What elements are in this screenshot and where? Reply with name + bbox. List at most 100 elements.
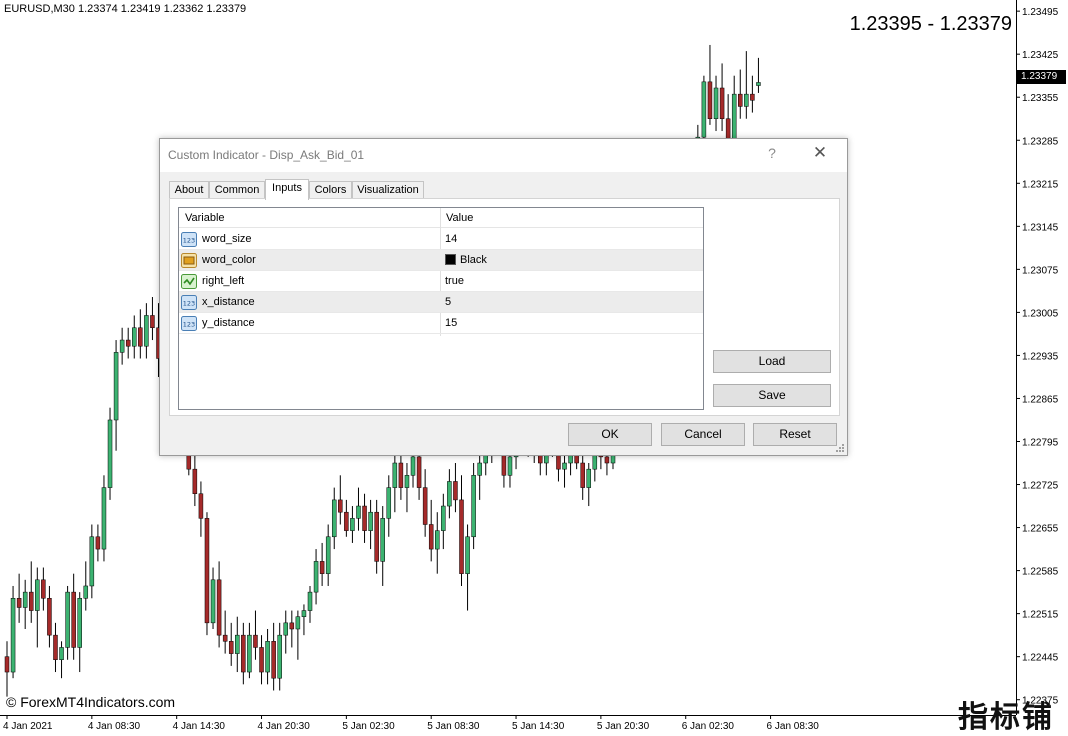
price-tick-label: 1.22865 — [1022, 394, 1059, 405]
price-tick-label: 1.23285 — [1022, 136, 1059, 147]
candle-bear — [374, 511, 379, 562]
candle-bear — [289, 622, 295, 630]
candle-bull — [713, 87, 719, 119]
candle-bull — [113, 352, 119, 421]
row-value[interactable]: Black — [445, 254, 487, 266]
row-name: word_color — [202, 254, 256, 266]
current-price-badge: 1.23379 — [1017, 70, 1066, 84]
tab-common[interactable]: Common — [209, 181, 265, 199]
price-tick-label: 1.23355 — [1022, 93, 1059, 104]
candle-bull — [277, 634, 282, 679]
candle-bear — [738, 93, 743, 107]
candle-bull — [731, 93, 737, 144]
tab-colors[interactable]: Colors — [309, 181, 352, 199]
tab-about[interactable]: About — [169, 181, 209, 199]
resize-grip-icon[interactable] — [835, 443, 845, 453]
row-name: right_left — [202, 275, 245, 287]
inputs-table[interactable]: Variable Value 123 word_size 14 word_col… — [178, 207, 704, 410]
table-row[interactable]: right_left true — [179, 271, 703, 292]
candle-bull — [295, 616, 301, 630]
candle-bear — [707, 81, 713, 119]
candle-bull — [265, 641, 270, 673]
candle-bear — [95, 536, 101, 550]
price-tick-label: 1.23425 — [1022, 50, 1059, 61]
candle-bull — [210, 579, 216, 624]
cancel-button[interactable]: Cancel — [661, 423, 745, 446]
candle-bull — [119, 339, 125, 353]
candle-bear — [344, 511, 349, 531]
price-tick-label: 1.23005 — [1022, 308, 1059, 319]
tab-visualization[interactable]: Visualization — [352, 181, 424, 199]
candle-bull — [283, 622, 289, 636]
candle-bull — [59, 647, 64, 660]
candle-bull — [89, 536, 95, 587]
row-value[interactable]: 14 — [445, 233, 457, 245]
candle-bull — [392, 462, 398, 488]
number-icon: 123 — [181, 295, 197, 310]
number-icon: 123 — [181, 316, 197, 331]
help-button[interactable]: ? — [760, 145, 784, 165]
header-variable[interactable]: Variable — [185, 212, 225, 224]
row-name: word_size — [202, 233, 252, 245]
candle-bear — [150, 315, 155, 329]
close-button[interactable]: ✕ — [806, 143, 834, 167]
watermark: © ForexMT4Indicators.com — [6, 694, 176, 710]
boolean-icon — [181, 274, 197, 289]
row-value[interactable]: 15 — [445, 317, 457, 329]
candle-bear — [398, 462, 404, 488]
candle-bull — [35, 579, 40, 611]
candle-bull — [386, 487, 392, 519]
table-row[interactable]: 123 word_size 14 — [179, 229, 703, 250]
candle-bull — [325, 536, 331, 574]
candle-bull — [313, 561, 319, 593]
price-tick-label: 1.23495 — [1022, 7, 1059, 18]
candle-bear — [198, 493, 204, 519]
candle-bull — [65, 591, 70, 648]
table-row[interactable]: 123 x_distance 5 — [179, 292, 703, 313]
save-button[interactable]: Save — [713, 384, 831, 407]
tab-inputs[interactable]: Inputs — [265, 179, 309, 200]
candle-bull — [380, 518, 385, 562]
candle-bear — [338, 499, 343, 513]
header-value[interactable]: Value — [446, 212, 473, 224]
candle-bull — [441, 505, 446, 531]
candle-bear — [319, 561, 325, 574]
dialog-titlebar[interactable]: Custom Indicator - Disp_Ask_Bid_01 ? ✕ — [160, 139, 847, 172]
price-tick-label: 1.22655 — [1022, 524, 1059, 535]
candle-bear — [204, 518, 210, 624]
svg-text:123: 123 — [183, 237, 195, 245]
load-button[interactable]: Load — [713, 350, 831, 373]
candle-bear — [228, 641, 234, 654]
table-row[interactable]: 123 y_distance 15 — [179, 313, 703, 334]
time-axis: 4 Jan 2021 4 Jan 08:30 4 Jan 14:30 4 Jan 20… — [3, 715, 819, 732]
candle-bear — [71, 591, 76, 648]
candle-bull — [331, 499, 337, 538]
candle-bull — [356, 505, 361, 519]
candle-bull — [586, 468, 592, 488]
price-axis: 1.23495 1.23425 1.23355 1.23285 1.23215 1.231… — [1016, 7, 1059, 707]
candle-bull — [744, 93, 749, 107]
candle-bull — [465, 536, 470, 574]
candle-bear — [41, 579, 46, 599]
time-tick-label: 5 Jan 14:30 — [512, 721, 565, 732]
table-header: Variable Value — [179, 208, 703, 228]
candle-bull — [562, 462, 567, 470]
candle-bull — [83, 585, 89, 599]
candle-bear — [53, 634, 58, 660]
price-tick-label: 1.22515 — [1022, 610, 1059, 621]
row-value[interactable]: 5 — [445, 296, 451, 308]
candle-bull — [307, 591, 313, 611]
ok-button[interactable]: OK — [568, 423, 652, 446]
row-value[interactable]: true — [445, 275, 464, 287]
price-tick-label: 1.22935 — [1022, 351, 1059, 362]
color-name: Black — [460, 254, 487, 266]
reset-button[interactable]: Reset — [753, 423, 837, 446]
candle-bull — [107, 419, 113, 488]
inputs-panel: Variable Value 123 word_size 14 word_col… — [169, 198, 840, 416]
candle-bear — [416, 456, 422, 488]
table-row[interactable]: word_color Black — [179, 250, 703, 271]
candle-bull — [404, 475, 410, 488]
candle-bear — [4, 656, 10, 673]
candle-bear — [719, 87, 725, 119]
custom-indicator-dialog: Custom Indicator - Disp_Ask_Bid_01 ? ✕ A… — [159, 138, 848, 456]
